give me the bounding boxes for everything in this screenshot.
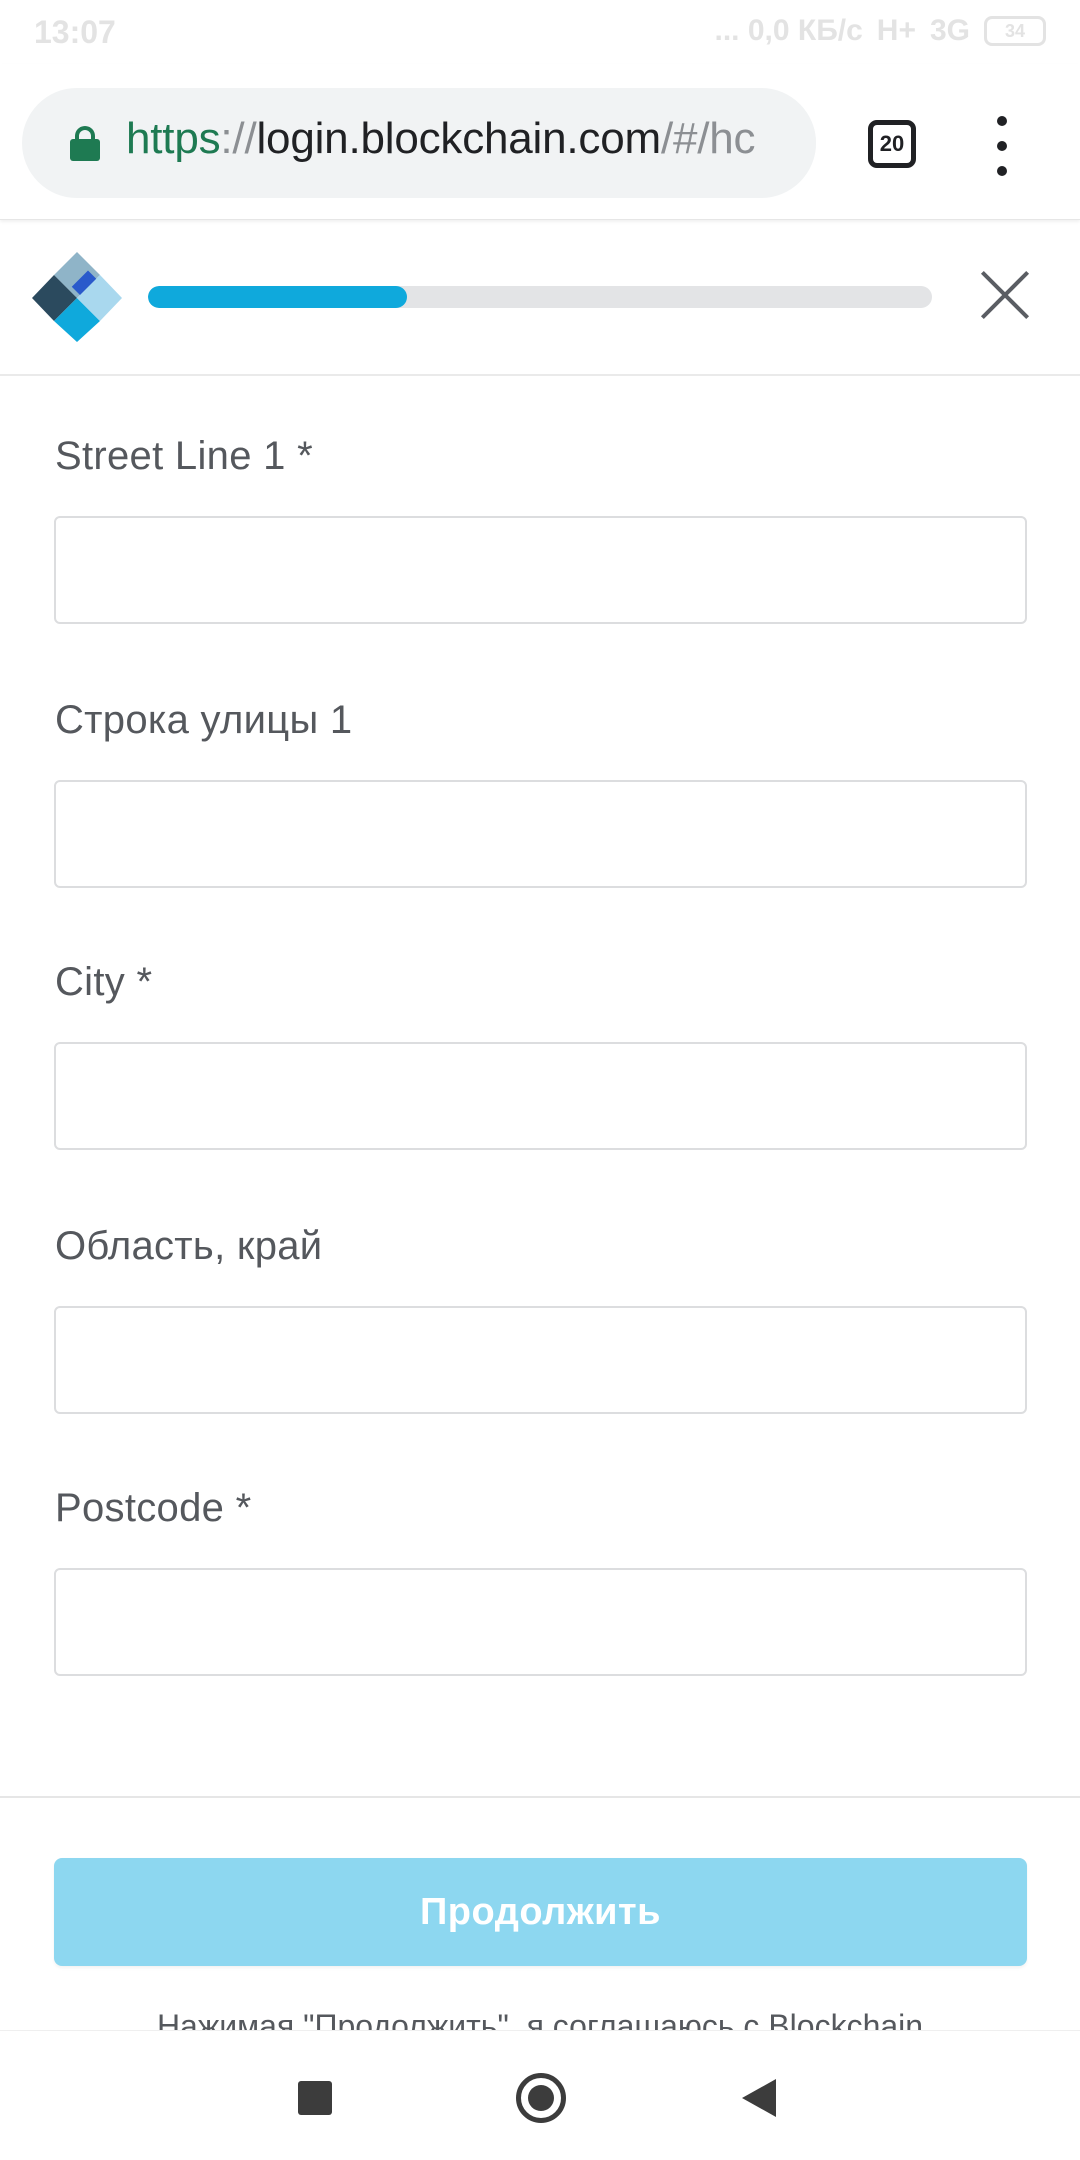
footer-divider — [0, 1796, 1080, 1798]
navigation-bar — [0, 2030, 1080, 2160]
city-label: City * — [55, 960, 153, 1004]
square-icon[interactable] — [298, 2081, 332, 2115]
status-time: 13:07 — [34, 14, 116, 50]
street-line-1-input[interactable] — [54, 516, 1027, 624]
signal-3g: 3G — [929, 14, 970, 47]
battery-icon: 34 — [984, 16, 1046, 46]
app-header — [0, 220, 1080, 376]
progress-fill — [148, 286, 407, 308]
blockchain-logo — [32, 252, 122, 342]
address-bar[interactable]: https://login.blockchain.com/#/hc — [22, 88, 816, 198]
circle-icon[interactable] — [516, 2073, 566, 2123]
progress-bar — [148, 286, 932, 308]
street-line-1-label: Street Line 1 * — [55, 434, 313, 478]
street-line-ru-input[interactable] — [54, 780, 1027, 888]
status-indicators: ... 0,0 КБ/с H+ 3G 34 — [714, 14, 1046, 48]
browser-toolbar: https://login.blockchain.com/#/hc 20 — [0, 64, 1080, 220]
city-input[interactable] — [54, 1042, 1027, 1150]
url-path: /#/hc — [660, 114, 756, 163]
continue-button[interactable]: Продолжить — [54, 1858, 1027, 1966]
tab-switcher-button[interactable]: 20 — [868, 120, 916, 168]
triangle-back-icon[interactable] — [742, 2079, 776, 2117]
postcode-input[interactable] — [54, 1568, 1027, 1676]
terms-text: Нажимая "Продолжить", я соглашаюсь с Blo… — [156, 2008, 924, 2032]
url-separator: :// — [220, 114, 257, 163]
postcode-label: Postcode * — [55, 1486, 252, 1530]
url-host: login.blockchain.com — [256, 114, 661, 163]
status-bar: 13:07 ... 0,0 КБ/с H+ 3G 34 — [0, 0, 1080, 64]
region-label: Область, край — [55, 1224, 323, 1268]
street-line-ru-label: Строка улицы 1 — [55, 698, 353, 742]
lock-icon[interactable] — [70, 126, 100, 161]
url-scheme: https — [126, 114, 221, 163]
region-input[interactable] — [54, 1306, 1027, 1414]
url-text[interactable]: https://login.blockchain.com/#/hc — [126, 114, 756, 164]
network-speed: ... 0,0 КБ/с — [714, 14, 863, 47]
close-icon[interactable] — [978, 268, 1032, 322]
signal-h-plus: H+ — [876, 14, 916, 47]
more-vert-icon[interactable] — [990, 116, 1014, 176]
